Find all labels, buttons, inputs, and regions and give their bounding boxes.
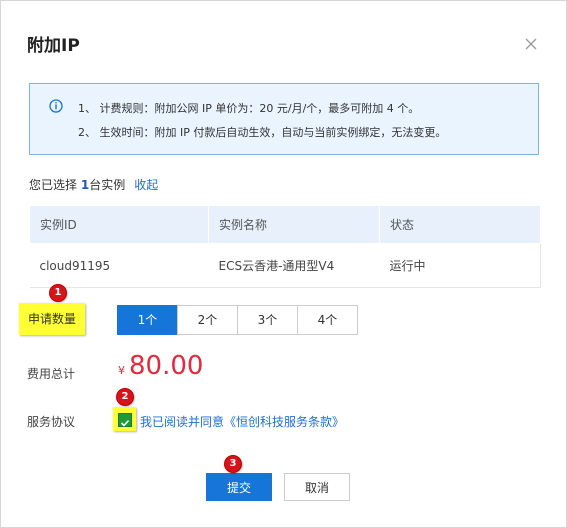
column-header-id: 实例ID [29,205,209,244]
agreement-checkbox[interactable] [118,413,132,427]
agreement-text[interactable]: 我已阅读并同意《恒创科技服务条款》 [140,413,344,430]
quantity-option-3[interactable]: 3个 [237,305,298,335]
instance-status-cell: 运行中 [379,243,541,288]
table-row: cloud91195 ECS云香港-通用型V4 运行中 [29,243,541,288]
instance-name-cell: ECS云香港-通用型V4 [208,243,380,288]
quantity-option-4[interactable]: 4个 [297,305,358,335]
agreement-statement: 我已阅读并同意 [140,415,225,429]
attach-ip-dialog: 附加IP 1、 计费规则：附加公网 IP 单价为：20 元/月/个，最多可附加 … [0,0,567,528]
selection-suffix: 台实例 [89,178,126,192]
terms-link[interactable]: 《恒创科技服务条款》 [224,415,344,429]
agreement-label: 服务协议 [27,415,76,429]
step-marker-2: 2 [117,389,133,405]
quantity-option-2[interactable]: 2个 [177,305,238,335]
currency-symbol: ¥ [118,364,125,377]
table-header-row: 实例ID 实例名称 状态 [29,205,541,244]
instance-id-cell: cloud91195 [29,243,209,288]
quantity-option-1[interactable]: 1个 [117,305,178,335]
cancel-button[interactable]: 取消 [284,473,350,501]
column-header-status: 状态 [379,205,541,244]
close-icon[interactable] [523,36,539,52]
collapse-link[interactable]: 收起 [134,178,158,192]
billing-notice: 1、 计费规则：附加公网 IP 单价为：20 元/月/个，最多可附加 4 个。 … [29,83,539,155]
quantity-selector: 1个 2个 3个 4个 [117,305,358,335]
step-marker-3: 3 [225,456,241,472]
price-amount: 80.00 [129,351,204,381]
dialog-title: 附加IP [27,36,80,56]
column-header-name: 实例名称 [208,205,380,244]
info-icon [49,98,63,113]
submit-button[interactable]: 提交 [206,473,272,501]
fee-label: 费用总计 [27,367,76,381]
notice-line-billing: 1、 计费规则：附加公网 IP 单价为：20 元/月/个，最多可附加 4 个。 [78,102,420,115]
checkmark-icon [120,419,130,427]
total-price: ¥80.00 [118,351,203,381]
selection-count: 1 [80,178,90,192]
step-marker-1: 1 [50,285,66,301]
notice-line-effective: 2、 生效时间：附加 IP 付款后自动生效，自动与当前实例绑定，无法变更。 [78,126,447,139]
selection-summary: 您已选择 1台实例 收起 [29,176,158,193]
selection-prefix: 您已选择 [29,178,81,192]
instance-table: 实例ID 实例名称 状态 cloud91195 ECS云香港-通用型V4 运行中 [29,205,541,288]
agreement-highlight [113,407,136,431]
quantity-label: 申请数量 [19,303,85,335]
